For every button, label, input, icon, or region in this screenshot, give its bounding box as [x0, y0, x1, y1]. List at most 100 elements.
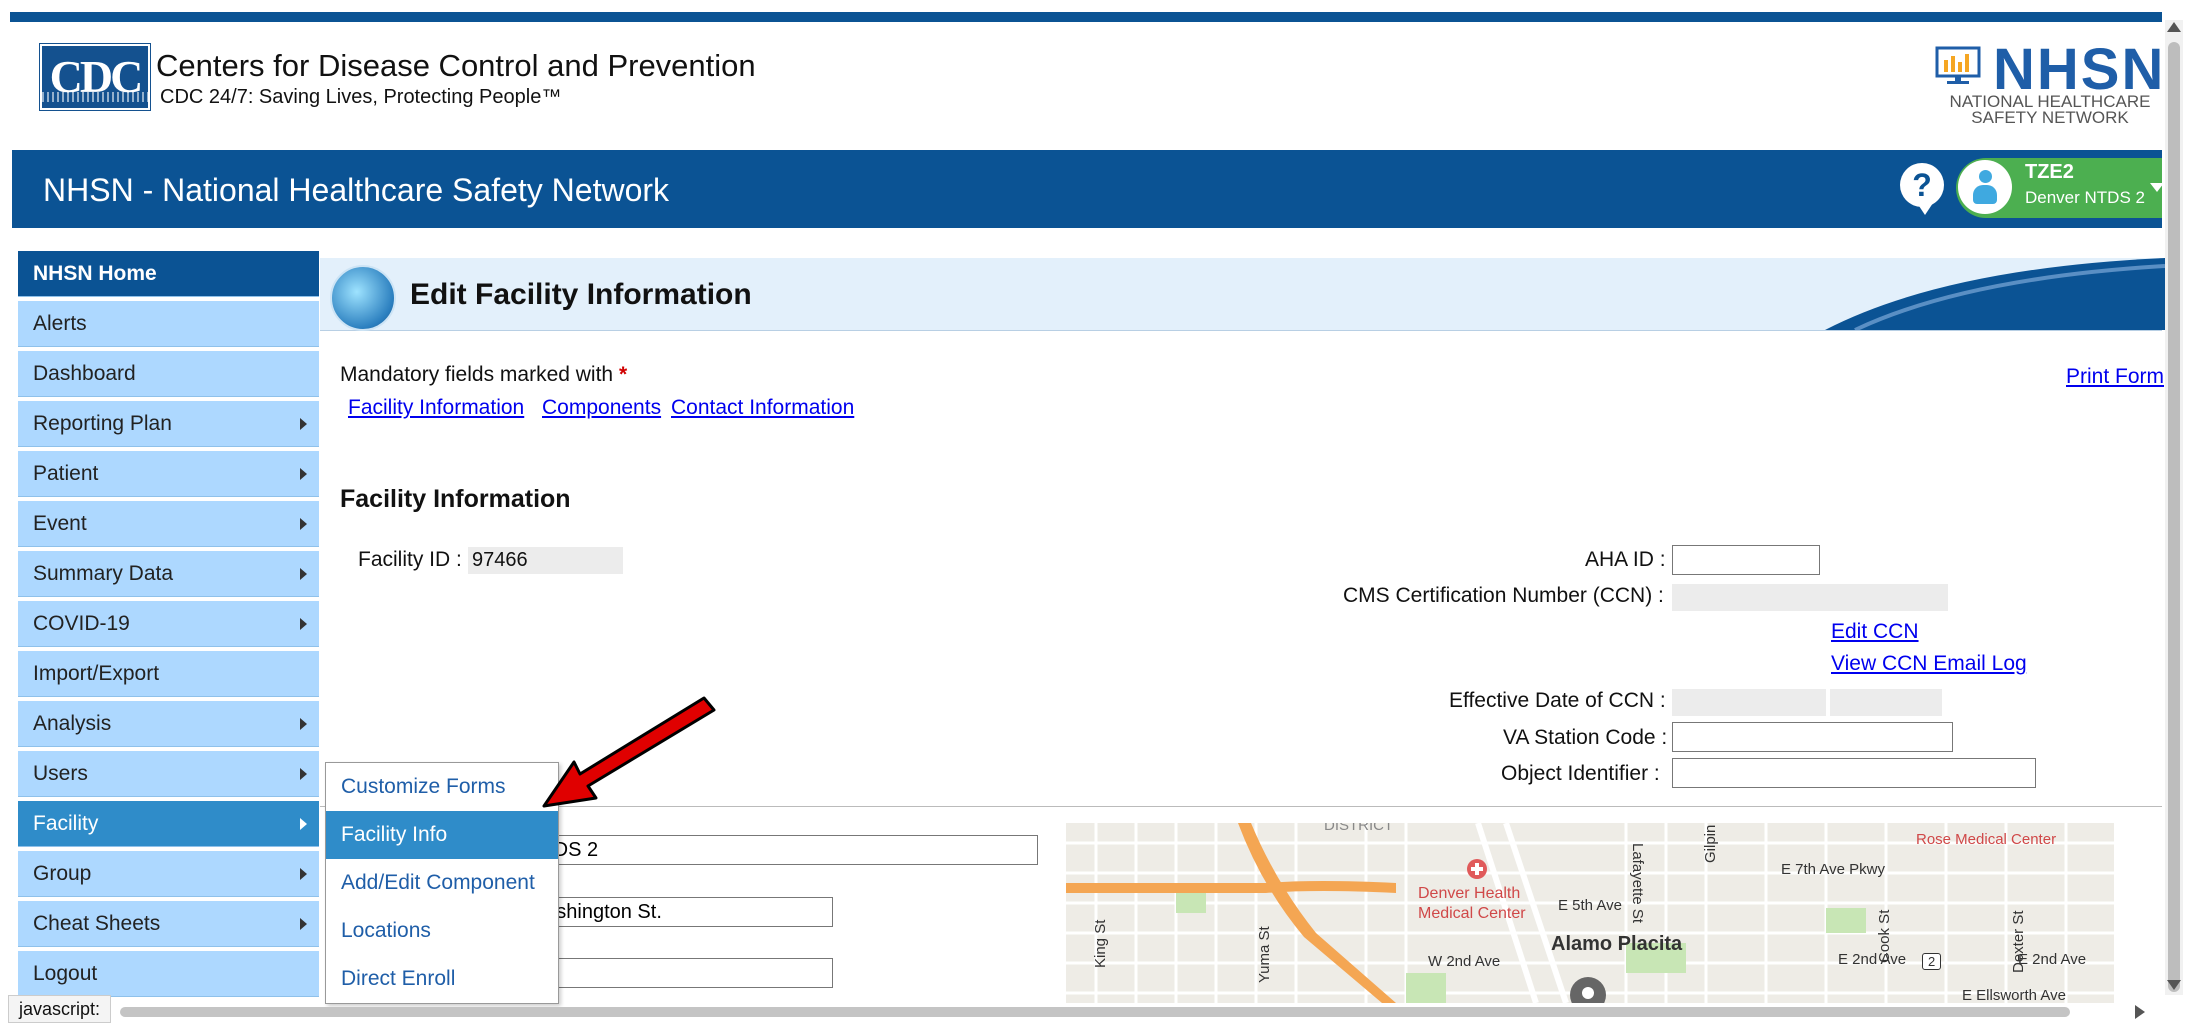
sidebar-item-facility[interactable]: Facility	[18, 801, 319, 847]
effective-date-label: Effective Date of CCN :	[1449, 689, 1666, 712]
sidebar-item-covid-19[interactable]: COVID-19	[18, 601, 319, 647]
aha-id-input[interactable]	[1672, 545, 1820, 575]
map-label-w2nd: W 2nd Ave	[1428, 953, 1501, 970]
contact-information-link[interactable]: Contact Information	[671, 396, 854, 420]
page-emblem-icon	[330, 265, 396, 331]
object-identifier-input[interactable]	[1672, 758, 2036, 788]
facility-submenu: Customize Forms Facility Info Add/Edit C…	[325, 762, 559, 1004]
map-label-yuma: Yuma St	[1256, 926, 1273, 983]
map-route-shield: 2	[1922, 953, 1942, 970]
map-label-e5th: E 5th Ave	[1558, 897, 1622, 914]
sidebar-item-label: Dashboard	[33, 362, 136, 385]
chevron-right-icon	[300, 718, 307, 730]
page-title: Edit Facility Information	[410, 278, 752, 311]
effective-date-value	[1672, 689, 1826, 716]
facility-map[interactable]: DISTRICT Rose Medical Center E 7th Ave P…	[1066, 823, 2114, 1003]
cdc-logo[interactable]: CDC	[39, 43, 151, 111]
edit-ccn-link[interactable]: Edit CCN	[1831, 620, 1919, 644]
chevron-right-icon	[300, 518, 307, 530]
sidebar-item-summary-data[interactable]: Summary Data	[18, 551, 319, 597]
sidebar-nav: NHSN Home Alerts Dashboard Reporting Pla…	[18, 251, 319, 1001]
aha-id-label: AHA ID :	[1585, 548, 1666, 571]
map-label-denver-health-2: Medical Center	[1418, 905, 1526, 922]
effective-date-time-value	[1830, 689, 1942, 716]
sidebar-item-label: Patient	[33, 462, 99, 485]
vertical-scrollbar-thumb[interactable]	[2168, 42, 2180, 992]
sidebar-item-import-export[interactable]: Import/Export	[18, 651, 319, 697]
sidebar-item-label: Summary Data	[33, 562, 174, 585]
horizontal-scrollbar[interactable]	[120, 1007, 2070, 1017]
map-label-denver-health-1: Denver Health	[1418, 885, 1521, 902]
user-avatar-icon	[1958, 160, 2012, 214]
sidebar-item-label: Facility	[33, 812, 99, 835]
cdc-tagline: CDC 24/7: Saving Lives, Protecting Peopl…	[160, 86, 562, 108]
facility-name-input[interactable]	[520, 835, 1038, 865]
required-star: *	[618, 363, 628, 386]
chevron-right-icon	[300, 468, 307, 480]
va-station-code-input[interactable]	[1672, 722, 1953, 752]
print-form-link[interactable]: Print Form	[2066, 365, 2164, 389]
sidebar-item-nhsn-home[interactable]: NHSN Home	[18, 251, 319, 297]
user-id: TZE2	[2025, 161, 2074, 183]
scroll-right-icon[interactable]	[2135, 1005, 2145, 1019]
components-link[interactable]: Components	[542, 396, 661, 420]
facility-information-link[interactable]: Facility Information	[348, 396, 524, 420]
app-title: NHSN - National Healthcare Safety Networ…	[43, 172, 670, 208]
facility-id-value: 97466	[468, 547, 623, 574]
map-label-e7th: E 7th Ave Pkwy	[1781, 861, 1885, 878]
sidebar-item-users[interactable]: Users	[18, 751, 319, 797]
sidebar-item-logout[interactable]: Logout	[18, 951, 319, 997]
sidebar-item-event[interactable]: Event	[18, 501, 319, 547]
scroll-down-icon[interactable]	[2167, 980, 2181, 990]
view-ccn-email-log-link[interactable]: View CCN Email Log	[1831, 652, 2027, 676]
map-label-gilpin: Gilpin St	[1702, 823, 1719, 863]
sidebar-item-dashboard[interactable]: Dashboard	[18, 351, 319, 397]
address-input[interactable]	[520, 897, 833, 927]
menu-item-customize-forms[interactable]: Customize Forms	[326, 763, 558, 811]
browser-status-bar: javascript:	[8, 995, 112, 1023]
menu-item-facility-info[interactable]: Facility Info	[326, 811, 558, 859]
facility-id-label: Facility ID :	[358, 548, 462, 571]
sidebar-item-patient[interactable]: Patient	[18, 451, 319, 497]
map-label-king: King St	[1092, 919, 1109, 968]
sidebar-item-label: Alerts	[33, 312, 87, 335]
chevron-right-icon	[300, 418, 307, 430]
sidebar-item-label: Import/Export	[33, 662, 160, 685]
sidebar-item-group[interactable]: Group	[18, 851, 319, 897]
map-label-alamo-placita: Alamo Placita	[1551, 933, 1683, 955]
address2-input[interactable]	[520, 958, 833, 988]
chevron-right-icon	[300, 918, 307, 930]
user-facility-name: Denver NTDS 2	[2025, 188, 2145, 207]
sidebar-item-label: COVID-19	[33, 612, 130, 635]
ccn-value	[1672, 584, 1948, 611]
map-label-rose-medical: Rose Medical Center	[1916, 831, 2057, 848]
map-label-ellsworth: E Ellsworth Ave	[1962, 987, 2066, 1003]
help-icon[interactable]: ?	[1900, 163, 1944, 207]
chevron-right-icon	[300, 768, 307, 780]
sidebar-item-label: Users	[33, 762, 88, 785]
chevron-right-icon	[300, 818, 307, 830]
scroll-up-icon[interactable]	[2167, 22, 2181, 32]
section-title: Facility Information	[340, 485, 571, 513]
monitor-chart-icon	[1935, 46, 1981, 84]
va-station-code-label: VA Station Code :	[1503, 726, 1668, 749]
sidebar-item-label: Cheat Sheets	[33, 912, 161, 935]
chevron-right-icon	[300, 868, 307, 880]
mandatory-note: Mandatory fields marked with *	[340, 363, 628, 386]
sidebar-item-reporting-plan[interactable]: Reporting Plan	[18, 401, 319, 447]
sidebar-item-label: Reporting Plan	[33, 412, 172, 435]
sidebar-item-cheat-sheets[interactable]: Cheat Sheets	[18, 901, 319, 947]
ccn-label: CMS Certification Number (CCN) :	[1343, 584, 1664, 607]
sidebar-item-label: Analysis	[33, 712, 112, 735]
map-label-district: DISTRICT	[1324, 823, 1394, 834]
heading-swoosh	[1825, 258, 2165, 330]
sidebar-item-analysis[interactable]: Analysis	[18, 701, 319, 747]
map-label-e2nd-a: E 2nd Ave	[1838, 951, 1907, 968]
menu-item-locations[interactable]: Locations	[326, 907, 558, 955]
chevron-down-icon[interactable]	[2150, 183, 2164, 192]
sidebar-item-alerts[interactable]: Alerts	[18, 301, 319, 347]
menu-item-add-edit-component[interactable]: Add/Edit Component	[326, 859, 558, 907]
menu-item-direct-enroll[interactable]: Direct Enroll	[326, 955, 558, 1003]
cdc-title[interactable]: Centers for Disease Control and Preventi…	[156, 48, 756, 84]
sidebar-item-label: Group	[33, 862, 92, 885]
